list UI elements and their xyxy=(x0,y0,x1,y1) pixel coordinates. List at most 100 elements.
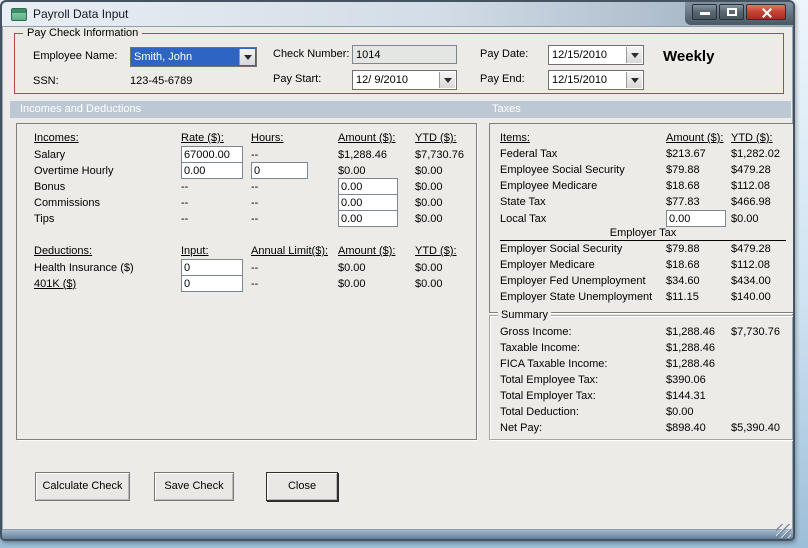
health-insurance-input[interactable] xyxy=(181,259,243,276)
income-ytd: $0.00 xyxy=(415,212,443,225)
window-bottom-frame xyxy=(2,524,793,539)
employee-name-label: Employee Name: xyxy=(33,50,118,62)
pay-date-picker[interactable]: 12/15/2010 xyxy=(548,45,644,65)
bonus-amount-input[interactable] xyxy=(338,178,398,195)
resize-grip[interactable] xyxy=(776,524,791,538)
deduction-annual-limit: -- xyxy=(251,261,259,274)
summary-amount: $390.06 xyxy=(666,374,706,386)
summary-amount: $898.40 xyxy=(666,422,706,434)
summary-row-gross: Gross Income: $1,288.46 $7,730.76 xyxy=(500,324,793,340)
summary-ytd: $7,730.76 xyxy=(731,326,780,338)
income-rate: -- xyxy=(181,196,189,209)
employee-combo-dropdown-button[interactable] xyxy=(239,49,255,65)
summary-amount: $1,288.46 xyxy=(666,326,715,338)
desktop-background: Payroll Data Input Pay Check Information… xyxy=(0,0,808,548)
tax-label: State Tax xyxy=(500,196,546,208)
income-ytd: $0.00 xyxy=(415,196,443,209)
summary-label-text: Gross Income: xyxy=(500,326,572,338)
pay-start-picker[interactable]: 12/ 9/2010 xyxy=(352,70,457,90)
summary-label-text: Net Pay: xyxy=(500,422,543,434)
summary-row-fica: FICA Taxable Income: $1,288.46 xyxy=(500,356,793,372)
check-number-label: Check Number: xyxy=(273,48,350,60)
tax-amount: $34.60 xyxy=(666,275,700,287)
save-check-button[interactable]: Save Check xyxy=(154,472,234,501)
income-row-tips: Tips -- -- $0.00 xyxy=(34,210,476,227)
pay-end-label: Pay End: xyxy=(480,73,525,85)
employee-name-combo[interactable]: Smith, John xyxy=(130,47,257,67)
income-rate: -- xyxy=(181,212,189,225)
pay-date-dropdown-button[interactable] xyxy=(626,47,642,63)
tax-amount: $18.68 xyxy=(666,180,700,192)
salary-rate-input[interactable] xyxy=(181,146,243,163)
deductions-header-row: Deductions: Input: Annual Limit($): Amou… xyxy=(34,243,476,259)
chevron-down-icon xyxy=(243,54,252,60)
pay-end-picker[interactable]: 12/15/2010 xyxy=(548,70,644,90)
income-hours: -- xyxy=(251,180,259,193)
annual-limit-col-header: Annual Limit($): xyxy=(251,245,329,257)
commissions-amount-input[interactable] xyxy=(338,194,398,211)
income-row-commissions: Commissions -- -- $0.00 xyxy=(34,194,476,211)
deduction-amount: $0.00 xyxy=(338,261,366,274)
tax-row-employer-state-unemployment: Employer State Unemployment $11.15 $140.… xyxy=(500,289,793,305)
ytd-col-header: YTD ($): xyxy=(415,245,457,257)
tax-row-employee-ss: Employee Social Security $79.88 $479.28 xyxy=(500,162,793,178)
tips-amount-input[interactable] xyxy=(338,210,398,227)
tax-label: Federal Tax xyxy=(500,148,558,160)
pay-start-dropdown-button[interactable] xyxy=(439,72,455,88)
local-tax-input[interactable] xyxy=(666,210,726,227)
chevron-down-icon xyxy=(630,77,639,83)
check-number-input[interactable] xyxy=(352,45,457,64)
deduction-label: Health Insurance ($) xyxy=(34,261,134,274)
summary-amount: $1,288.46 xyxy=(666,342,715,354)
deduction-401k-link[interactable]: 401K ($) xyxy=(34,278,181,290)
amount-col-header: Amount ($): xyxy=(338,132,396,144)
overtime-hours-input[interactable] xyxy=(251,162,308,179)
calculate-check-button[interactable]: Calculate Check xyxy=(35,472,130,501)
pay-frequency-label: Weekly xyxy=(663,48,715,65)
tax-row-local: Local Tax $0.00 xyxy=(500,210,793,227)
income-row-salary: Salary -- $1,288.46 $7,730.76 xyxy=(34,146,476,163)
employee-name-value: Smith, John xyxy=(134,51,193,63)
pay-end-dropdown-button[interactable] xyxy=(626,72,642,88)
chevron-down-icon xyxy=(443,77,452,83)
summary-ytd: $5,390.40 xyxy=(731,422,780,434)
maximize-icon xyxy=(727,8,737,16)
tax-row-state: State Tax $77.83 $466.98 xyxy=(500,194,793,210)
tax-ytd: $434.00 xyxy=(731,275,771,287)
summary-label-text: Total Employee Tax: xyxy=(500,374,599,386)
ytd-col-header: YTD ($): xyxy=(731,132,773,144)
minimize-button[interactable] xyxy=(692,4,717,20)
income-ytd: $0.00 xyxy=(415,164,443,177)
payroll-window: Payroll Data Input Pay Check Information… xyxy=(0,0,795,541)
income-amount: $0.00 xyxy=(338,164,366,177)
tax-row-employer-fed-unemployment: Employer Fed Unemployment $34.60 $434.00 xyxy=(500,273,793,289)
summary-label-text: FICA Taxable Income: xyxy=(500,358,608,370)
tax-label: Employer Social Security xyxy=(500,243,623,255)
incomes-deductions-panel: Incomes: Rate ($): Hours: Amount ($): YT… xyxy=(16,123,477,440)
overtime-rate-input[interactable] xyxy=(181,162,243,179)
items-col-header: Items: xyxy=(500,132,530,144)
hours-col-header: Hours: xyxy=(251,132,284,144)
income-amount: $1,288.46 xyxy=(338,148,387,161)
tax-row-employer-medicare: Employer Medicare $18.68 $112.08 xyxy=(500,257,793,273)
maximize-button[interactable] xyxy=(719,4,744,20)
title-bar[interactable]: Payroll Data Input xyxy=(2,2,793,27)
window-controls xyxy=(685,2,793,25)
tax-amount: $11.15 xyxy=(666,291,699,303)
income-hours: -- xyxy=(251,148,259,161)
summary-row-taxable: Taxable Income: $1,288.46 xyxy=(500,340,793,356)
income-rate: -- xyxy=(181,180,189,193)
deduction-amount: $0.00 xyxy=(338,277,366,290)
summary-row-net-pay: Net Pay: $898.40 $5,390.40 xyxy=(500,420,793,436)
taxes-header-row: Items: Amount ($): YTD ($): xyxy=(500,130,793,146)
close-dialog-button[interactable]: Close xyxy=(266,472,338,501)
401k-input[interactable] xyxy=(181,275,243,292)
close-button[interactable] xyxy=(746,4,786,20)
income-label: Bonus xyxy=(34,180,66,193)
tax-ytd: $1,282.02 xyxy=(731,148,780,160)
tax-label: Employee Medicare xyxy=(500,180,598,192)
tax-ytd: $479.28 xyxy=(731,243,771,255)
tax-label: Employer Fed Unemployment xyxy=(500,275,646,287)
ssn-label: SSN: xyxy=(33,75,59,87)
tax-row-employee-medicare: Employee Medicare $18.68 $112.08 xyxy=(500,178,793,194)
